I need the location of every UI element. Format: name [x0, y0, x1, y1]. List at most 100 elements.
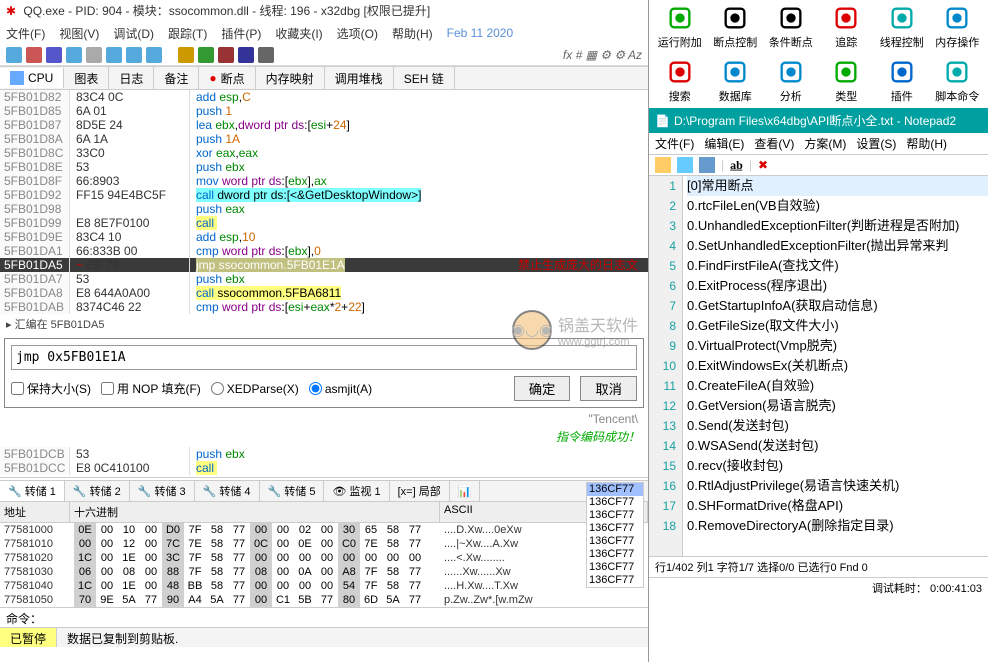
tab-log[interactable]: 日志 [109, 67, 154, 90]
tab-notes[interactable]: 备注 [154, 67, 199, 90]
hex-row[interactable]: 775810401C001E0048BB587700000000547F5877… [0, 579, 648, 593]
text-line[interactable]: 0.ExitWindowsEx(关机断点) [687, 356, 988, 376]
stack-row[interactable]: 136CF77 [587, 548, 643, 561]
struct-tab[interactable]: 📊 [450, 481, 481, 501]
np-menu-file[interactable]: 文件(F) [655, 135, 694, 152]
tab-seh[interactable]: SEH 链 [394, 67, 455, 90]
step-into-icon[interactable] [106, 47, 122, 63]
menu-view[interactable]: 视图(V) [59, 25, 99, 42]
stop-icon[interactable] [46, 47, 62, 63]
font-a-icon[interactable]: a̲b̲ [730, 158, 743, 173]
step-over-icon[interactable] [126, 47, 142, 63]
stack-row[interactable]: 136CF77 [587, 574, 643, 587]
dump-tabs[interactable]: 🔧 转储 1 🔧 转储 2 🔧 转储 3 🔧 转储 4 🔧 转储 5 👁 监视 … [0, 480, 648, 502]
disasm-row[interactable]: 5FB01DA5~ EB 73jmp ssocommon.5FB01E1A禁止生… [0, 258, 648, 272]
pause-icon[interactable] [86, 47, 102, 63]
tool-数据库[interactable]: 数据库 [709, 58, 763, 104]
tool5-icon[interactable] [258, 47, 274, 63]
disasm-row[interactable]: 5FB01DAB8374C46 22cmp word ptr ds:[esi+e… [0, 300, 648, 314]
menu-help[interactable]: 帮助(H) [392, 25, 433, 42]
notepad-toolbar[interactable]: | a̲b̲ | ✖ [649, 155, 988, 176]
tool4-icon[interactable] [238, 47, 254, 63]
stack-row[interactable]: 136CF77 [587, 509, 643, 522]
disasm-row[interactable]: 5FB01DA166:833B 00cmp word ptr ds:[ebx],… [0, 244, 648, 258]
tool-类型[interactable]: 类型 [820, 58, 874, 104]
command-bar[interactable]: 命令： [0, 607, 648, 627]
hex-dump[interactable]: 地址 十六进制 ASCII 775810000E001000D07F587700… [0, 502, 648, 607]
tab-memory[interactable]: 内存映射 [256, 67, 325, 90]
dump-tab-2[interactable]: 🔧 转储 2 [65, 481, 130, 501]
disassembly-tail[interactable]: 5FB01DCB53push ebx5FB01DCCE8 0C410100cal… [0, 447, 648, 475]
menu-options[interactable]: 选项(O) [337, 25, 378, 42]
stack-row[interactable]: 136CF77 [587, 561, 643, 574]
disasm-row[interactable]: 5FB01D878D5E 24lea ebx,dword ptr ds:[esi… [0, 118, 648, 132]
tab-breakpoints[interactable]: ●断点 [199, 67, 255, 90]
menu-debug[interactable]: 调试(D) [113, 25, 154, 42]
tool-icon[interactable] [178, 47, 194, 63]
assemble-input[interactable] [11, 345, 637, 370]
np-menu-help[interactable]: 帮助(H) [906, 135, 947, 152]
tool-内存操作[interactable]: 内存操作 [931, 4, 985, 50]
disasm-row[interactable]: 5FB01D98push eax [0, 202, 648, 216]
np-menu-edit[interactable]: 编辑(E) [704, 135, 744, 152]
tool-断点控制[interactable]: 断点控制 [709, 4, 763, 50]
text-line[interactable]: 0.Send(发送封包) [687, 416, 988, 436]
stack-row[interactable]: 136CF77 [587, 496, 643, 509]
stack-row[interactable]: 136CF77 [587, 535, 643, 548]
cut-icon[interactable]: ✖ [758, 158, 768, 172]
tab-callstack[interactable]: 调用堆栈 [325, 67, 394, 90]
keep-size-checkbox[interactable]: 保持大小(S) [11, 380, 91, 397]
disasm-row[interactable]: 5FB01D9E83C4 10add esp,10 [0, 230, 648, 244]
open-icon[interactable] [6, 47, 22, 63]
run-icon[interactable] [66, 47, 82, 63]
nop-fill-checkbox[interactable]: 用 NOP 填充(F) [101, 380, 201, 397]
disasm-row[interactable]: 5FB01D8E53push ebx [0, 160, 648, 174]
text-line[interactable]: 0.VirtualProtect(Vmp脱壳) [687, 336, 988, 356]
tool-脚本命令[interactable]: 脚本命令 [931, 58, 985, 104]
text-line[interactable]: 0.SetUnhandledExceptionFilter(抛出异常来判 [687, 236, 988, 256]
stack-row[interactable]: 136CF77 [587, 522, 643, 535]
text-line[interactable]: 0.GetVersion(易语言脱壳) [687, 396, 988, 416]
np-menu-settings[interactable]: 设置(S) [856, 135, 896, 152]
text-line[interactable]: 0.UnhandledExceptionFilter(判断进程是否附加) [687, 216, 988, 236]
text-line[interactable]: 0.ExitProcess(程序退出) [687, 276, 988, 296]
main-menu[interactable]: 文件(F) 视图(V) 调试(D) 跟踪(T) 插件(P) 收藏夹(I) 选项(… [0, 22, 648, 44]
disassembly-view[interactable]: 5FB01D8283C4 0Cadd esp,C5FB01D856A 01pus… [0, 90, 648, 314]
tool-搜索[interactable]: 搜索 [653, 58, 707, 104]
disasm-row[interactable]: 5FB01D8283C4 0Cadd esp,C [0, 90, 648, 104]
tab-graph[interactable]: 图表 [64, 67, 109, 90]
plugin-tools-top[interactable]: 运行附加断点控制条件断点追踪线程控制内存操作 [649, 0, 988, 54]
disasm-row[interactable]: 5FB01D92FF15 94E4BC5Fcall dword ptr ds:[… [0, 188, 648, 202]
np-menu-view[interactable]: 查看(V) [754, 135, 794, 152]
dump-tab-3[interactable]: 🔧 转储 3 [130, 481, 195, 501]
restart-icon[interactable] [26, 47, 42, 63]
disasm-row[interactable]: 5FB01DCB53push ebx [0, 447, 648, 461]
tab-cpu[interactable]: CPU [0, 68, 64, 88]
text-line[interactable]: 0.FindFirstFileA(查找文件) [687, 256, 988, 276]
tool-条件断点[interactable]: 条件断点 [764, 4, 818, 50]
tool-分析[interactable]: 分析 [764, 58, 818, 104]
disasm-row[interactable]: 5FB01D856A 01push 1 [0, 104, 648, 118]
menu-file[interactable]: 文件(F) [6, 25, 45, 42]
stack-row[interactable]: 136CF77 [587, 483, 643, 496]
hex-row[interactable]: 775810000E001000D07F58770000020030655877… [0, 523, 648, 537]
stack-view[interactable]: 136CF77136CF77136CF77136CF77136CF77136CF… [586, 482, 644, 588]
disasm-row[interactable]: 5FB01D99E8 8E7F0100call [0, 216, 648, 230]
text-line[interactable]: 0.CreateFileA(自效验) [687, 376, 988, 396]
disasm-row[interactable]: 5FB01D8F66:8903mov word ptr ds:[ebx],ax [0, 174, 648, 188]
text-line[interactable]: 0.rtcFileLen(VB自效验) [687, 196, 988, 216]
text-line[interactable]: 0.GetStartupInfoA(获取启动信息) [687, 296, 988, 316]
text-line[interactable]: 0.WSASend(发送封包) [687, 436, 988, 456]
text-line[interactable]: [0]常用断点 [687, 176, 988, 196]
dump-tab-4[interactable]: 🔧 转储 4 [195, 481, 260, 501]
save-icon[interactable] [699, 157, 715, 173]
disasm-row[interactable]: 5FB01DCCE8 0C410100call [0, 461, 648, 475]
menu-plugins[interactable]: 插件(P) [221, 25, 261, 42]
tool3-icon[interactable] [218, 47, 234, 63]
xedparse-radio[interactable]: XEDParse(X) [211, 382, 299, 396]
notepad-editor[interactable]: 123456789101112131415161718 [0]常用断点0.rtc… [649, 176, 988, 556]
notepad-menu[interactable]: 文件(F) 编辑(E) 查看(V) 方案(M) 设置(S) 帮助(H) [649, 133, 988, 155]
menu-favorites[interactable]: 收藏夹(I) [275, 25, 322, 42]
disasm-row[interactable]: 5FB01D8A6A 1Apush 1A [0, 132, 648, 146]
text-line[interactable]: 0.recv(接收封包) [687, 456, 988, 476]
